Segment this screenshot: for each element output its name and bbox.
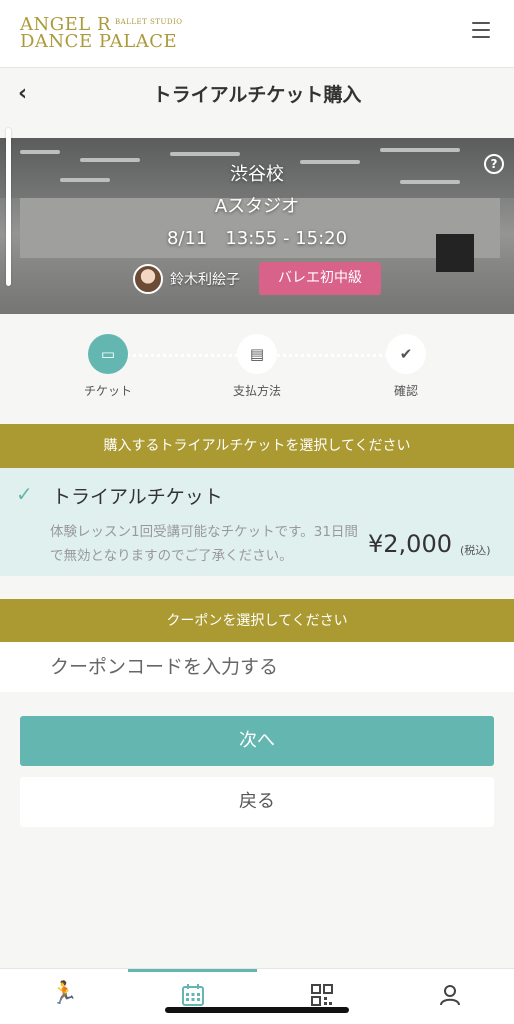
coupon-section-heading: クーポンを選択してください — [0, 599, 514, 643]
title-bar: ‹ トライアルチケット購入 — [0, 69, 514, 119]
tax-label: (税込) — [460, 544, 491, 557]
user-icon — [439, 985, 460, 1006]
check-icon: ✔ — [399, 345, 413, 363]
avatar — [133, 264, 163, 294]
card-icon: ▤ — [249, 345, 265, 363]
ticket-option[interactable]: ✓ トライアルチケット 体験レッスン1回受講可能なチケットです。31日間で無効と… — [0, 468, 514, 576]
teacher-name: 鈴木利絵子 — [170, 272, 240, 288]
scrollbar[interactable] — [6, 128, 11, 286]
ticket-price: ¥2,000 — [368, 530, 452, 558]
back-button[interactable]: 戻る — [20, 777, 494, 827]
progress-steps: ▭ ▤ ✔ チケット 支払方法 確認 — [0, 314, 514, 424]
step-label-ticket: チケット — [83, 384, 132, 398]
studio-name: Aスタジオ — [214, 196, 300, 217]
brand-logo[interactable]: ANGEL R BALLET STUDIO DANCE PALACE — [20, 14, 182, 54]
step-ticket: ▭ — [88, 334, 128, 374]
calendar-icon — [181, 984, 204, 1006]
help-icon[interactable]: ? — [484, 154, 504, 174]
step-confirm: ✔ — [386, 334, 426, 374]
tab-profile[interactable] — [385, 981, 514, 1015]
ticket-section-heading: 購入するトライアルチケットを選択してください — [0, 424, 514, 468]
qr-code-icon — [310, 984, 333, 1006]
tab-lessons[interactable]: 🏃 — [0, 981, 129, 1015]
ticket-icon: ▭ — [100, 345, 116, 363]
studio-hero: 渋谷校 Aスタジオ 8/11 13:55 - 15:20 ? 鈴木利絵子 バレエ… — [0, 138, 514, 314]
hamburger-menu-icon[interactable] — [472, 22, 490, 38]
step-label-confirm: 確認 — [393, 384, 418, 398]
level-badge: バレエ初中級 — [259, 262, 381, 295]
logo-sub: BALLET STUDIO — [115, 18, 183, 26]
step-payment: ▤ — [237, 334, 277, 374]
ticket-name: トライアルチケット — [52, 486, 223, 508]
app-header: ANGEL R BALLET STUDIO DANCE PALACE — [0, 0, 514, 68]
school-name: 渋谷校 — [230, 164, 284, 185]
bottom-tab-bar: 🏃 — [0, 968, 514, 1024]
checkmark-icon: ✓ — [16, 482, 33, 506]
home-indicator — [165, 1007, 349, 1013]
running-icon: 🏃 — [50, 981, 79, 1006]
page-title: トライアルチケット購入 — [152, 84, 362, 106]
ticket-description: 体験レッスン1回受講可能なチケットです。31日間で無効となりますのでご了承くださ… — [50, 524, 358, 564]
active-tab-indicator — [128, 969, 257, 972]
coupon-code-input[interactable]: クーポンコードを入力する — [0, 642, 514, 692]
step-label-payment: 支払方法 — [232, 384, 281, 398]
logo-line2: DANCE PALACE — [20, 31, 178, 52]
lesson-time: 8/11 13:55 - 15:20 — [166, 228, 348, 249]
next-button[interactable]: 次へ — [20, 716, 494, 766]
